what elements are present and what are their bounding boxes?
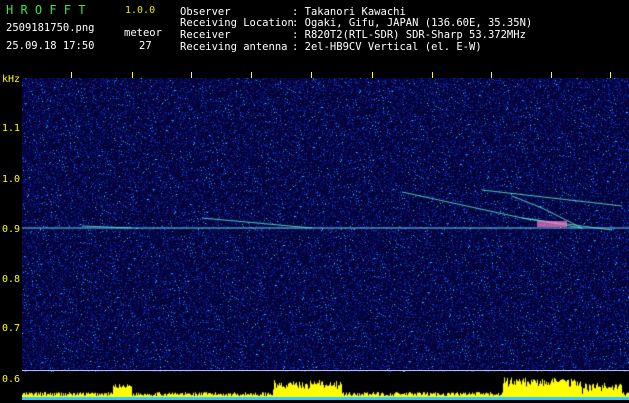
time-tick-mark xyxy=(191,72,192,78)
time-tick-mark xyxy=(251,72,252,78)
receiver-value: : R820T2(RTL-SDR) SDR-Sharp 53.372MHz xyxy=(292,29,526,41)
time-tick-mark xyxy=(372,72,373,78)
antenna-label: Receiving antenna xyxy=(180,41,288,53)
spectrogram-plot xyxy=(22,78,629,372)
meteor-count: 27 xyxy=(139,40,152,52)
file-name: 2509181750.png xyxy=(6,22,95,34)
freq-tick-label: 0.6 xyxy=(2,374,21,385)
time-tick-mark xyxy=(132,72,133,78)
location-label: Receiving Location xyxy=(180,17,294,29)
spectrogram-canvas xyxy=(22,78,629,372)
freq-tick-label: 0.7 xyxy=(2,323,21,334)
location-value: : Ogaki, Gifu, JAPAN (136.60E, 35.35N) xyxy=(292,17,533,29)
time-tick-mark xyxy=(610,72,611,78)
freq-tick-label: 1.0 xyxy=(2,174,21,185)
time-tick-mark xyxy=(71,72,72,78)
signal-level-canvas xyxy=(22,372,629,400)
freq-tick-label: 0.8 xyxy=(2,274,21,285)
time-tick-mark xyxy=(551,72,552,78)
antenna-value: : 2el-HB9CV Vertical (el. E-W) xyxy=(292,41,482,53)
signal-level-bar xyxy=(22,372,629,400)
time-tick-mark xyxy=(311,72,312,78)
hrofft-window: { "app": { "name": "H R O F F T", "versi… xyxy=(0,0,629,400)
freq-tick-label: 0.9 xyxy=(2,224,21,235)
receiver-label: Receiver xyxy=(180,29,231,41)
file-datetime: 25.09.18 17:50 xyxy=(6,40,95,52)
time-tick-mark xyxy=(491,72,492,78)
meteor-label: meteor xyxy=(124,27,162,39)
app-version: 1.0.0 xyxy=(125,5,156,16)
time-tick-mark xyxy=(432,72,433,78)
freq-tick-label: 1.1 xyxy=(2,123,21,134)
reference-line xyxy=(22,370,629,371)
freq-unit-label: kHz xyxy=(2,74,21,85)
app-name: H R O F F T xyxy=(6,3,86,17)
